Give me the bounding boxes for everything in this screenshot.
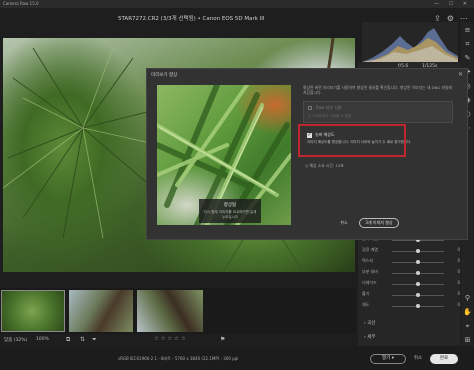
open-button[interactable]: 열기 ▾ [370, 354, 406, 364]
zoom-level[interactable]: 100% [36, 337, 49, 342]
slider-value[interactable]: 0 [457, 280, 460, 285]
slider-label: 활기 [362, 291, 370, 296]
zoom-icon[interactable]: ⚲ [463, 294, 472, 303]
slider-row[interactable]: 검정 계열 0 [362, 247, 460, 255]
filmstrip-thumb-2[interactable] [69, 290, 133, 332]
slider-knob[interactable] [416, 260, 420, 264]
status-bar: 맞춤 (32%) 100% ⧉ ⇅ ⏷ ☆ ☆ ☆ ☆ ☆ ⚑ [0, 334, 356, 346]
sort-icon[interactable]: ⇅ [80, 336, 85, 343]
slider-knob[interactable] [416, 293, 420, 297]
close-icon[interactable]: ✕ [458, 71, 463, 78]
section-curves-label: 곡선 [367, 321, 376, 326]
window-titlebar: Camera Raw 15.0 — ☐ ✕ [0, 0, 474, 8]
slider-label: 텍스처 [362, 258, 374, 263]
preview-tooltip-desc: 다시 원래 이미지를 비교하려면 길게 누르십시오 [203, 210, 257, 219]
slider-label: 디헤이즈 [362, 280, 377, 285]
slider-value[interactable]: 0 [457, 258, 460, 263]
section-detail-label: 세부 [367, 335, 376, 340]
raw-details-option: Raw 세부 사항 이 이미지에서 사용할 수 없음 [303, 101, 453, 123]
filmstrip-thumb-1[interactable] [1, 290, 65, 332]
file-info-link[interactable]: sRGB IEC61966-2.1 - 8비트 - 5760 x 3840 (2… [118, 356, 238, 362]
slider-value[interactable]: 0 [457, 302, 460, 307]
slider-value[interactable]: 0 [457, 247, 460, 252]
slider-value[interactable]: 0 [457, 291, 460, 296]
slider-knob[interactable] [416, 271, 420, 275]
zoom-fit[interactable]: 맞춤 (32%) [4, 337, 27, 343]
preview-tooltip-title: 향상됨 [223, 203, 237, 208]
histogram [362, 22, 458, 62]
rating-stars[interactable]: ☆ ☆ ☆ ☆ ☆ [154, 336, 186, 342]
slider-knob[interactable] [416, 282, 420, 286]
sampler-icon[interactable]: ⌖ [463, 322, 472, 331]
cancel-button[interactable]: 취소 [410, 355, 426, 363]
time-estimate-text: 예상 소요 시간: 15초 [309, 163, 344, 168]
done-button[interactable]: 완료 [430, 354, 458, 364]
filter-icon[interactable]: ⏷ [92, 336, 97, 344]
enhance-preview[interactable]: 향상됨 다시 원래 이미지를 비교하려면 길게 누르십시오 [157, 85, 291, 225]
dialog-description: 향상된 버전 미리보기를 사용하여 향상된 결과를 확인합니다. 향상된 이미지… [303, 85, 452, 95]
highlight-annotation [298, 124, 406, 157]
histogram-graph [362, 28, 458, 62]
dialog-title: 미리보기 향상 [151, 73, 178, 78]
slider-label: 부분 대비 [362, 269, 378, 274]
brush-icon[interactable]: ✎ [463, 54, 472, 63]
slider-knob[interactable] [416, 249, 420, 253]
section-curves[interactable]: › 곡선 [364, 320, 376, 326]
compare-icon[interactable]: ⧉ [66, 336, 70, 344]
section-detail[interactable]: › 세부 [364, 334, 376, 340]
clock-icon: ◷ [305, 163, 309, 168]
grid-icon[interactable]: ⊞ [463, 336, 472, 345]
app-title: Camera Raw 15.0 [3, 1, 39, 6]
raw-details-label: Raw 세부 사항 [316, 105, 342, 110]
slider-value[interactable]: 0 [457, 269, 460, 274]
edit-icon[interactable]: ≡ [463, 26, 472, 35]
slider-row[interactable]: 텍스처 0 [362, 258, 460, 266]
window-controls[interactable]: — ☐ ✕ [434, 1, 471, 7]
slider-label: 검정 계열 [362, 247, 378, 252]
document-filename: 5TAR7272.CR2 (3/3개 선택됨) • Canon EOS 5D M… [118, 16, 265, 22]
slider-row[interactable]: 부분 대비 0 [362, 269, 460, 277]
slider-row[interactable]: 디헤이즈 0 [362, 280, 460, 288]
hand-icon[interactable]: ✋ [463, 308, 472, 317]
slider-row[interactable]: 채도 0 [362, 302, 460, 310]
slider-label: 채도 [362, 302, 370, 307]
flag-icon[interactable]: ⚑ [220, 336, 225, 343]
time-estimate: ◷ 예상 소요 시간: 15초 [305, 163, 344, 169]
dialog-cancel-button[interactable]: 취소 [337, 219, 351, 227]
enhance-dialog: 미리보기 향상 ✕ 향상됨 다시 원래 이미지를 비교하려면 길게 누르십시오 … [146, 68, 468, 240]
preview-tooltip: 향상됨 다시 원래 이미지를 비교하려면 길게 누르십시오 [199, 199, 261, 223]
enhance-button[interactable]: 3개 이미지 향상 [359, 218, 399, 228]
slider-knob[interactable] [416, 304, 420, 308]
filmstrip-thumb-3[interactable] [137, 290, 203, 332]
slider-row[interactable]: 활기 0 [362, 291, 460, 299]
open-button-label: 열기 [382, 356, 391, 361]
raw-details-hint: 이 이미지에서 사용할 수 없음 [308, 114, 352, 118]
raw-details-checkbox [308, 106, 312, 110]
crop-icon[interactable]: ⌗ [463, 40, 472, 49]
